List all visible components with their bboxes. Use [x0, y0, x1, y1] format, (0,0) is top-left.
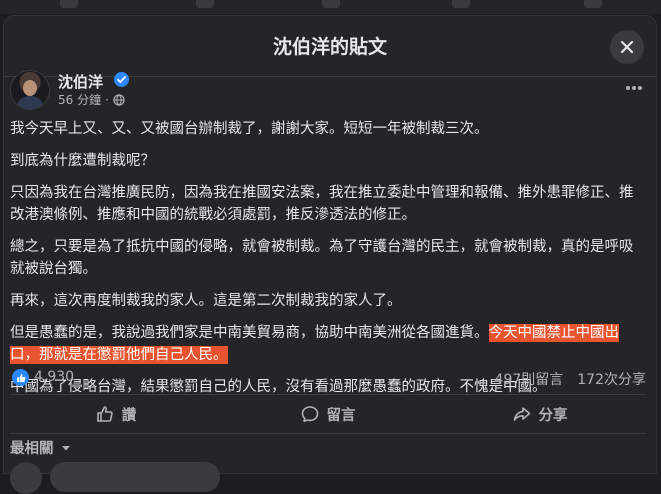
post-header: 沈伯洋 56 分鐘 · — [10, 70, 650, 110]
post-paragraph: 但是愚蠢的是，我說過我們家是中南美貿易商，協助中南美洲從各國進貨。今天中國禁止中… — [10, 322, 645, 366]
post-time[interactable]: 56 分鐘 — [58, 91, 101, 108]
thumbs-up-icon — [96, 406, 113, 422]
post-paragraph: 總之，只要是為了抵抗中國的侵略，就會被制裁。為了守護台灣的民主，就會被制裁，真的… — [10, 239, 634, 277]
video-nav-icon[interactable] — [322, 0, 340, 8]
post-stats: 4,930 497則留言 172次分享 — [10, 367, 646, 389]
home-nav-icon[interactable] — [60, 0, 78, 8]
post-paragraph: 只因為我在台灣推廣民防，因為我在推國安法案，我在推立委赴中管理和報備、推外患罪修… — [10, 185, 634, 223]
share-arrow-icon — [513, 407, 530, 421]
author-avatar[interactable] — [10, 70, 50, 110]
dialog-title: 沈伯洋的貼文 — [272, 36, 387, 58]
author-name[interactable]: 沈伯洋 — [58, 71, 103, 92]
like-count[interactable]: 4,930 — [34, 369, 74, 385]
share-count[interactable]: 172次分享 — [577, 369, 646, 389]
like-label: 讚 — [121, 407, 137, 424]
comment-label: 留言 — [326, 407, 356, 424]
comment-bubble — [50, 462, 220, 492]
share-label: 分享 — [538, 407, 568, 424]
paragraph-text: 但是愚蠢的是，我說過我們家是中南美貿易商，協助中南美洲從各國進貨。 — [10, 325, 489, 341]
comment-count[interactable]: 497則留言 — [495, 369, 564, 389]
more-dots-icon — [626, 86, 642, 90]
like-reaction-icon[interactable] — [12, 369, 29, 386]
post-content: 我今天早上又、又、又被國台辦制裁了，謝謝大家。短短一年被制裁三次。 到底為什麼遭… — [10, 118, 645, 408]
share-button[interactable]: 分享 — [434, 395, 646, 433]
close-icon — [620, 40, 634, 54]
marketplace-nav-icon[interactable] — [452, 0, 470, 8]
meta-separator: · — [105, 92, 109, 107]
dialog-header: 沈伯洋的貼文 — [4, 16, 656, 77]
post-paragraph: 到底為什麼遭制裁呢？ — [10, 153, 155, 169]
post-paragraph: 我今天早上又、又、又被國台辦制裁了，謝謝大家。短短一年被制裁三次。 — [10, 121, 489, 137]
top-navigation-bar — [0, 0, 661, 14]
like-button[interactable]: 讚 — [10, 395, 222, 433]
post-actions: 讚 留言 分享 — [10, 394, 646, 434]
globe-icon — [113, 93, 125, 106]
post-meta: 56 分鐘 · — [58, 91, 125, 108]
post-paragraph: 再來，這次再度制裁我的家人。這是第二次制裁我的家人了。 — [10, 293, 402, 309]
chevron-down-icon — [61, 445, 70, 450]
gaming-nav-icon[interactable] — [584, 0, 602, 8]
commenter-avatar[interactable] — [10, 462, 42, 494]
comment-icon — [301, 406, 318, 422]
more-options-button[interactable] — [624, 78, 644, 98]
verified-badge-icon — [114, 72, 129, 87]
comment-button[interactable]: 留言 — [222, 395, 434, 433]
pages-nav-icon[interactable] — [196, 0, 214, 8]
close-button[interactable] — [610, 30, 644, 64]
comment-sort-dropdown[interactable]: 最相關 — [10, 437, 72, 458]
comment-preview — [10, 460, 646, 494]
sort-label: 最相關 — [10, 441, 54, 457]
